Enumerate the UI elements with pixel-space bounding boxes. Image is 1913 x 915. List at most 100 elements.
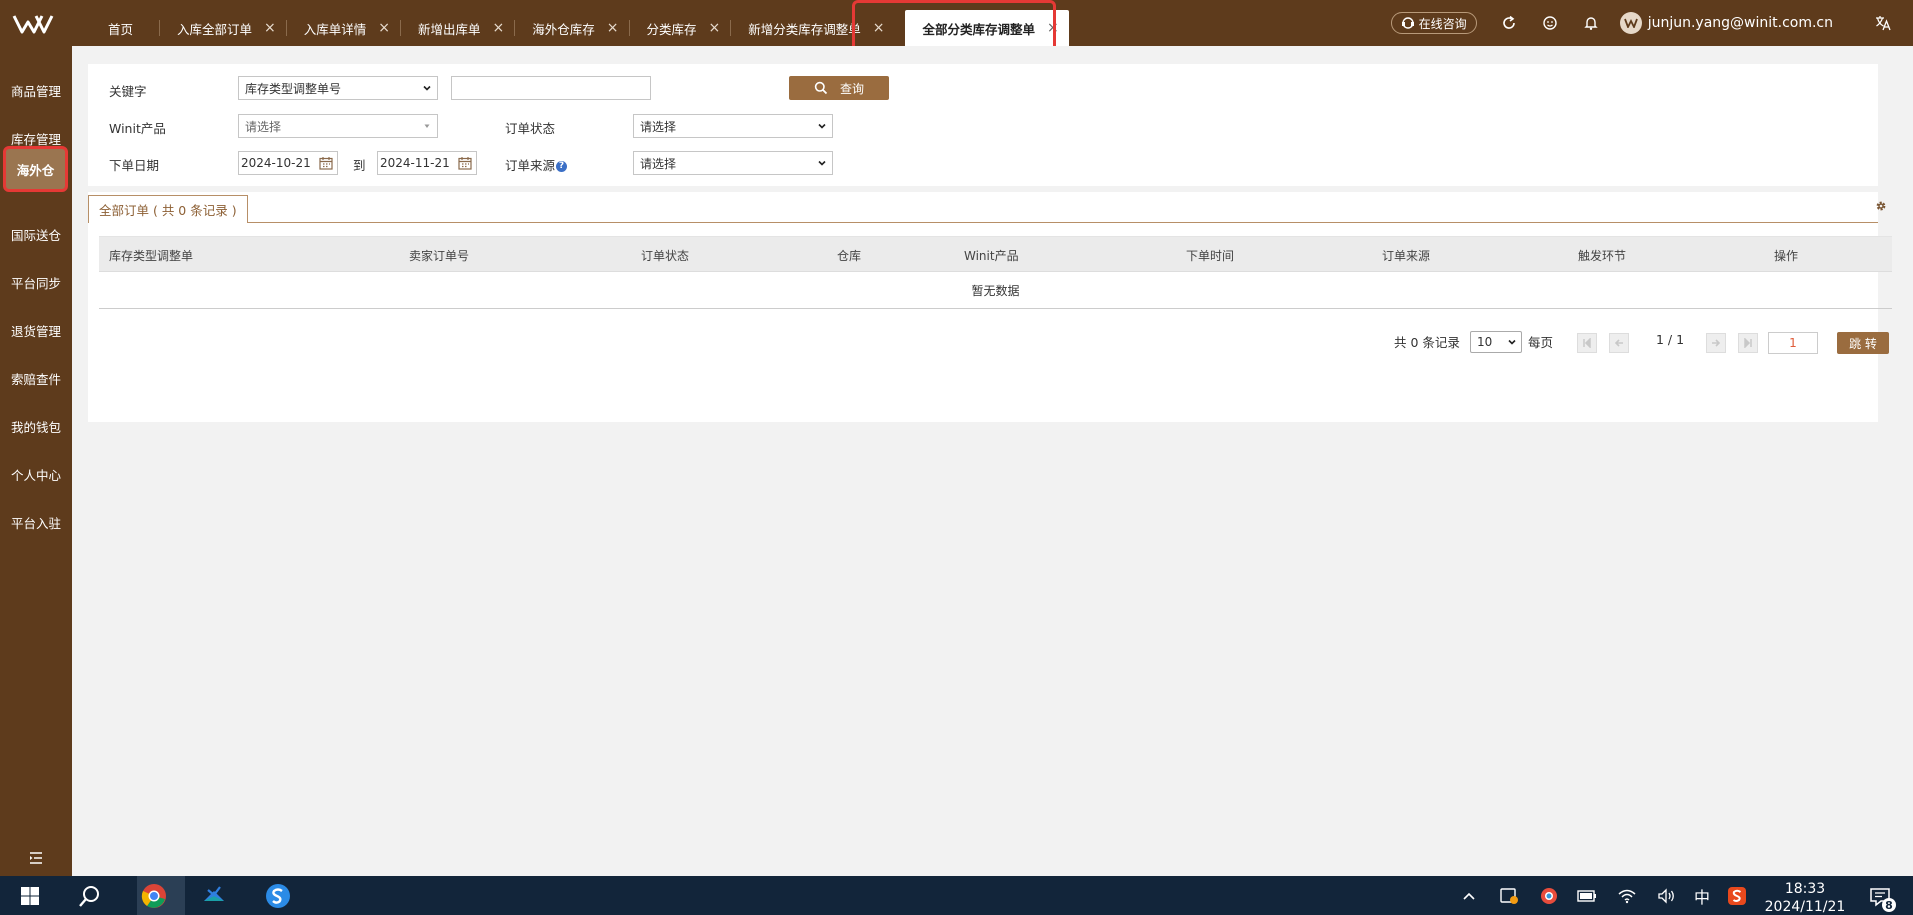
sidebar-item-claims[interactable]: 索赔查件 [0, 358, 72, 398]
all-orders-tab-label: 全部订单 ( 共 0 条记录 ) [99, 203, 237, 218]
chrome-icon[interactable] [140, 882, 168, 910]
sidebar-item-overseas-warehouse[interactable]: 海外仓 [3, 146, 68, 192]
consult-label: 在线咨询 [1418, 16, 1467, 31]
close-icon[interactable]: × [264, 20, 276, 36]
calendar-icon[interactable] [319, 156, 333, 170]
tab-inbound-detail[interactable]: 入库单详情 × [285, 10, 400, 46]
tab-label: 入库全部订单 [177, 21, 253, 37]
windows-start-icon[interactable] [16, 882, 44, 910]
chevron-down-icon [423, 85, 431, 91]
tray-app-icon[interactable] [1498, 886, 1520, 906]
order-source-label-text: 订单来源 [505, 158, 556, 173]
order-status-value: 请选择 [640, 119, 677, 134]
arrow-left-icon [1614, 339, 1623, 347]
bell-icon[interactable] [1579, 11, 1603, 35]
sidebar-item-label: 退货管理 [10, 323, 61, 339]
tab-inbound-all-orders[interactable]: 入库全部订单 × [159, 10, 286, 46]
close-icon[interactable]: × [493, 20, 505, 36]
smiley-icon[interactable] [1538, 11, 1562, 35]
sidebar-item-platform-onboarding[interactable]: 平台入驻 [0, 502, 72, 542]
keyword-type-value: 库存类型调整单号 [245, 81, 342, 96]
close-icon[interactable]: × [378, 20, 390, 36]
user-menu[interactable]: junjun.yang@winit.com.cn [1619, 12, 1833, 34]
date-from-field[interactable]: 2024-10-21 [238, 151, 338, 175]
sidebar-item-label: 我的钱包 [10, 419, 61, 435]
sidebar-item-platform-sync[interactable]: 平台同步 [0, 262, 72, 302]
filter-panel: 关键字 库存类型调整单号 查询 Winit产品 请选择 订单状态 请选择 下单日… [88, 64, 1878, 186]
last-page-button[interactable] [1738, 333, 1758, 353]
page-info: 1 / 1 [1656, 332, 1685, 347]
help-icon[interactable]: ? [556, 161, 568, 172]
jump-button[interactable]: 跳 转 [1837, 332, 1889, 354]
date-to-field[interactable]: 2024-11-21 [377, 151, 477, 175]
jump-page-input[interactable]: 1 [1768, 332, 1818, 354]
close-icon[interactable]: × [709, 20, 721, 36]
sogou-browser-icon[interactable] [264, 882, 292, 910]
caret-down-icon [424, 124, 430, 128]
collapse-menu-icon[interactable] [26, 848, 46, 868]
pagination-total: 共 0 条记录 [1394, 335, 1460, 350]
headset-icon [1401, 17, 1414, 29]
search-icon[interactable] [76, 882, 104, 910]
sidebar-item-returns[interactable]: 退货管理 [0, 310, 72, 350]
online-consult-button[interactable]: 在线咨询 [1390, 12, 1477, 34]
lark-app-icon[interactable] [200, 882, 228, 910]
column-header: 仓库 [837, 249, 862, 263]
header-actions: 在线咨询 junjun.yang@winit.com.cn [1390, 0, 1913, 46]
sidebar-item-wallet[interactable]: 我的钱包 [0, 406, 72, 446]
system-clock[interactable]: 18:33 2024/11/21 [1762, 880, 1848, 915]
tab-home[interactable]: 首页 [90, 10, 159, 46]
sidebar-item-personal-center[interactable]: 个人中心 [0, 454, 72, 494]
user-email: junjun.yang@winit.com.cn [1647, 15, 1833, 31]
sidebar-item-label: 海外仓 [16, 162, 55, 178]
column-header: 卖家订单号 [409, 249, 470, 263]
order-source-select[interactable]: 请选择 [633, 151, 833, 175]
last-page-icon [1744, 338, 1752, 348]
calendar-icon[interactable] [458, 156, 472, 170]
prev-page-button[interactable] [1609, 333, 1629, 353]
column-header: 触发环节 [1578, 249, 1627, 263]
column-header: 订单来源 [1382, 249, 1431, 263]
jump-button-label: 跳 转 [1849, 336, 1877, 351]
gear-icon[interactable] [1874, 199, 1888, 213]
winit-product-select[interactable]: 请选择 [238, 114, 438, 138]
sidebar-item-international-delivery[interactable]: 国际送仓 [0, 214, 72, 254]
translate-icon[interactable] [1871, 11, 1895, 35]
tab-label: 入库单详情 [303, 21, 367, 37]
tab-label: 新增分类库存调整单 [748, 21, 861, 37]
table-header: 库存类型调整单 卖家订单号 订单状态 仓库 Winit产品 下单时间 订单来源 … [99, 236, 1892, 272]
tab-overseas-inventory[interactable]: 海外仓库存 × [514, 10, 628, 46]
notification-badge: 8 [1882, 898, 1896, 912]
refresh-icon[interactable] [1497, 11, 1521, 35]
sogou-ime-icon[interactable] [1726, 886, 1748, 906]
ime-indicator[interactable]: 中 [1691, 886, 1713, 907]
sidebar-item-label: 商品管理 [10, 83, 61, 99]
page-size-value: 10 [1477, 335, 1493, 349]
sidebar: 商品管理 库存管理 海外仓 国际送仓 平台同步 退货管理 索赔查件 我的钱包 个… [0, 46, 72, 876]
order-status-select[interactable]: 请选择 [633, 114, 833, 138]
keyword-input[interactable] [451, 76, 651, 100]
first-page-button[interactable] [1577, 333, 1597, 353]
volume-icon[interactable] [1656, 886, 1678, 906]
tab-category-inventory[interactable]: 分类库存 × [628, 10, 731, 46]
winit-logo[interactable] [12, 12, 58, 36]
order-status-label: 订单状态 [505, 121, 556, 136]
order-source-label: 订单来源? [505, 155, 568, 174]
keyword-type-select[interactable]: 库存类型调整单号 [238, 76, 438, 100]
tray-expand-icon[interactable] [1458, 886, 1480, 906]
orders-table: 库存类型调整单 卖家订单号 订单状态 仓库 Winit产品 下单时间 订单来源 … [99, 236, 1892, 309]
page-size-select[interactable]: 10 [1470, 331, 1522, 353]
sidebar-item-label: 平台入驻 [10, 515, 61, 531]
sidebar-item-product-management[interactable]: 商品管理 [0, 70, 72, 110]
tab-all-orders[interactable]: 全部订单 ( 共 0 条记录 ) [88, 195, 248, 223]
sidebar-item-label: 库存管理 [10, 131, 61, 147]
search-button-label: 查询 [839, 81, 864, 96]
search-button[interactable]: 查询 [789, 76, 889, 100]
close-icon[interactable]: × [607, 20, 619, 36]
column-header: 下单时间 [1186, 249, 1235, 263]
next-page-button[interactable] [1706, 333, 1726, 353]
tray-browser-icon[interactable] [1538, 886, 1560, 906]
battery-icon[interactable] [1576, 886, 1598, 906]
wifi-icon[interactable] [1616, 886, 1638, 906]
tab-new-outbound[interactable]: 新增出库单 × [400, 10, 514, 46]
